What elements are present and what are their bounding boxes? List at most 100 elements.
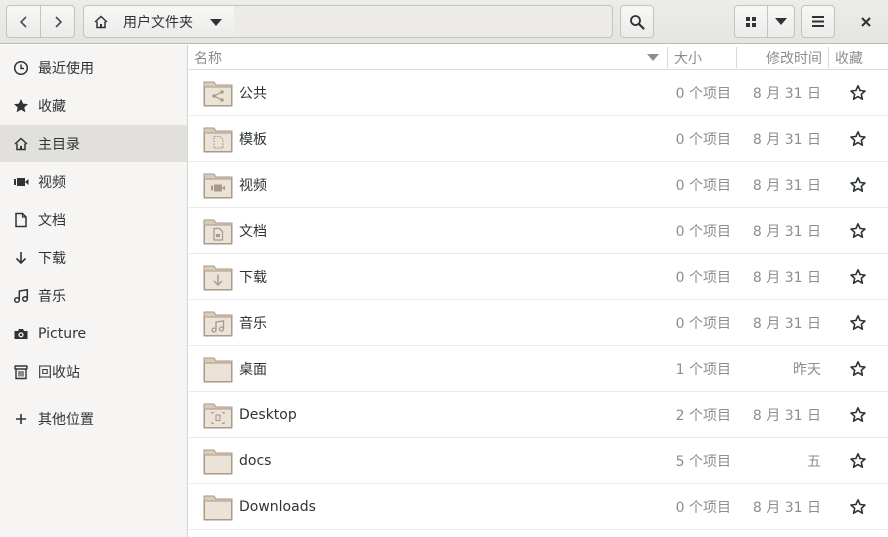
home-icon — [94, 14, 108, 28]
sidebar-item-other-locations[interactable]: 其他位置 — [0, 400, 187, 437]
star-outline-icon[interactable] — [849, 452, 867, 470]
file-size: 2 个项目 — [675, 408, 731, 424]
column-header-modified[interactable]: 修改时间 — [742, 45, 822, 70]
file-name: 音乐 — [239, 316, 267, 332]
forward-button[interactable] — [40, 5, 75, 38]
file-row[interactable]: 文档 0 个项目 8 月 31 日 — [189, 208, 888, 254]
file-modified: 8 月 31 日 — [752, 500, 821, 516]
sidebar-item-label: 下载 — [38, 250, 66, 267]
view-options-dropdown[interactable] — [767, 5, 795, 38]
folder-music-icon — [203, 311, 233, 337]
sidebar-item-documents[interactable]: 文档 — [0, 201, 187, 238]
file-modified: 昨天 — [793, 362, 821, 378]
menu-button[interactable] — [801, 5, 835, 38]
star-icon — [12, 97, 30, 115]
sidebar-item-pictures[interactable]: Picture — [0, 315, 187, 352]
sidebar-item-home[interactable]: 主目录 — [0, 125, 187, 162]
file-row[interactable]: 公共 0 个项目 8 月 31 日 — [189, 70, 888, 116]
sidebar-item-label: 最近使用 — [38, 60, 94, 77]
sidebar-item-label: 文档 — [38, 212, 66, 229]
column-header-size-label: 大小 — [674, 50, 702, 67]
sidebar-item-label: 其他位置 — [38, 411, 94, 428]
column-separator — [736, 47, 737, 68]
path-bar-empty-area[interactable] — [234, 5, 613, 38]
column-header-name[interactable]: 名称 — [194, 45, 667, 70]
column-header-starred-label: 收藏 — [835, 50, 863, 67]
star-outline-icon[interactable] — [849, 498, 867, 516]
file-name: 公共 — [239, 86, 267, 102]
clock-icon — [12, 59, 30, 77]
star-outline-icon[interactable] — [849, 130, 867, 148]
file-row[interactable]: Desktop 2 个项目 8 月 31 日 — [189, 392, 888, 438]
sidebar-item-videos[interactable]: 视频 — [0, 163, 187, 200]
file-row[interactable]: Downloads 0 个项目 8 月 31 日 — [189, 484, 888, 530]
sidebar-item-downloads[interactable]: 下载 — [0, 239, 187, 276]
column-header-name-label: 名称 — [194, 50, 222, 67]
close-button[interactable] — [850, 5, 882, 38]
star-outline-icon[interactable] — [849, 406, 867, 424]
file-row[interactable]: 下载 0 个项目 8 月 31 日 — [189, 254, 888, 300]
file-row[interactable]: 视频 0 个项目 8 月 31 日 — [189, 162, 888, 208]
file-row[interactable]: 音乐 0 个项目 8 月 31 日 — [189, 300, 888, 346]
file-size: 0 个项目 — [675, 316, 731, 332]
file-size: 5 个项目 — [675, 454, 731, 470]
file-modified: 8 月 31 日 — [752, 132, 821, 148]
search-icon — [630, 14, 645, 30]
file-row[interactable]: docs 5 个项目 五 — [189, 438, 888, 484]
file-row[interactable]: 桌面 1 个项目 昨天 — [189, 346, 888, 392]
document-icon — [12, 211, 30, 229]
file-size: 1 个项目 — [675, 362, 731, 378]
header-bar: 用户文件夹 — [0, 0, 888, 44]
column-separator — [667, 47, 668, 68]
sidebar-item-trash[interactable]: 回收站 — [0, 353, 187, 390]
column-header-size[interactable]: 大小 — [674, 45, 734, 70]
home-icon — [12, 135, 30, 153]
file-modified: 五 — [807, 454, 821, 470]
sort-descending-icon — [647, 54, 659, 61]
file-name: Desktop — [239, 407, 297, 423]
sidebar-item-music[interactable]: 音乐 — [0, 277, 187, 314]
path-bar-home-button[interactable]: 用户文件夹 — [83, 5, 235, 38]
file-name: 下载 — [239, 270, 267, 286]
trash-icon — [12, 363, 30, 381]
folder-videos-icon — [203, 173, 233, 199]
star-outline-icon[interactable] — [849, 222, 867, 240]
sidebar-item-label: 主目录 — [38, 136, 80, 153]
star-outline-icon[interactable] — [849, 360, 867, 378]
column-header-starred[interactable]: 收藏 — [835, 45, 885, 70]
folder-icon — [203, 449, 233, 475]
file-modified: 8 月 31 日 — [752, 86, 821, 102]
search-button[interactable] — [620, 5, 654, 38]
plus-icon — [12, 410, 30, 428]
sidebar-item-label: 音乐 — [38, 288, 66, 305]
dropdown-arrow-icon — [775, 17, 787, 25]
folder-documents-icon — [203, 219, 233, 245]
file-modified: 8 月 31 日 — [752, 316, 821, 332]
sidebar-item-label: Picture — [38, 325, 87, 342]
music-icon — [12, 287, 30, 305]
file-name: 桌面 — [239, 362, 267, 378]
path-bar-label: 用户文件夹 — [123, 14, 193, 31]
back-button[interactable] — [6, 5, 41, 38]
view-grid-button[interactable] — [734, 5, 768, 38]
sidebar-item-label: 视频 — [38, 174, 66, 191]
folder-templates-icon — [203, 127, 233, 153]
sidebar-item-recent[interactable]: 最近使用 — [0, 49, 187, 86]
file-name: docs — [239, 453, 272, 469]
star-outline-icon[interactable] — [849, 84, 867, 102]
chevron-left-icon — [19, 15, 27, 28]
file-size: 0 个项目 — [675, 270, 731, 286]
star-outline-icon[interactable] — [849, 176, 867, 194]
star-outline-icon[interactable] — [849, 268, 867, 286]
sidebar-item-starred[interactable]: 收藏 — [0, 87, 187, 124]
grid-icon — [746, 16, 756, 27]
folder-downloads-icon — [203, 265, 233, 291]
column-header-modified-label: 修改时间 — [766, 50, 822, 67]
chevron-right-icon — [54, 15, 62, 28]
folder-icon — [203, 357, 233, 383]
file-row[interactable]: 模板 0 个项目 8 月 31 日 — [189, 116, 888, 162]
column-separator — [828, 47, 829, 68]
hamburger-icon — [812, 16, 824, 27]
star-outline-icon[interactable] — [849, 314, 867, 332]
folder-icon — [203, 495, 233, 521]
